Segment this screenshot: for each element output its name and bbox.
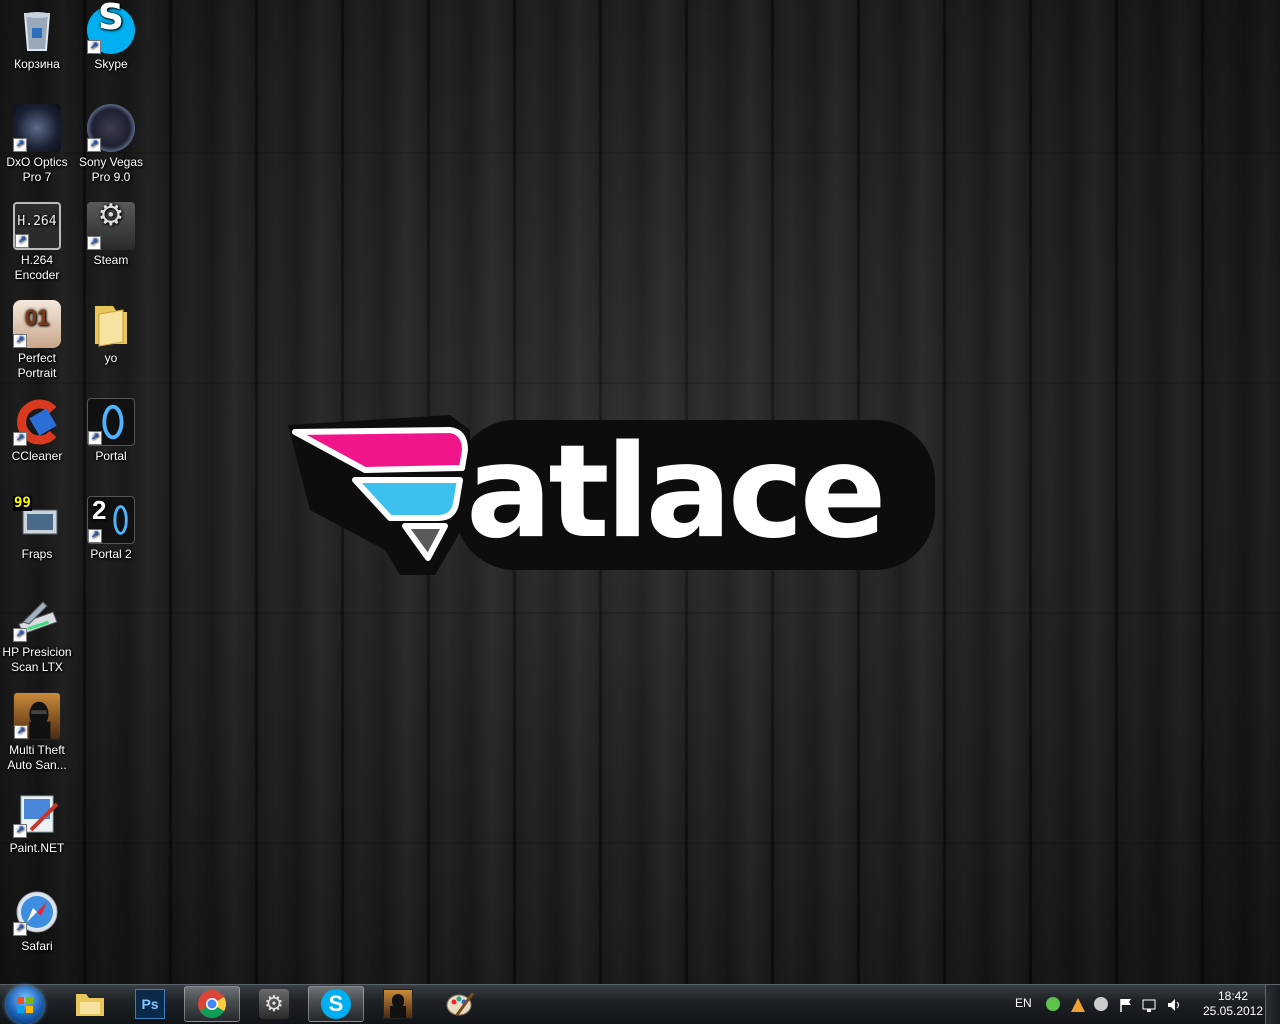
clock-time: 18:42 xyxy=(1217,989,1249,1003)
icon-label: Safari xyxy=(21,939,53,953)
taskbar-chrome[interactable] xyxy=(184,986,240,1022)
desktop-icon-portal-2[interactable]: 2 Portal 2 xyxy=(74,496,148,562)
icon-label: Perfect Portrait xyxy=(17,351,57,380)
safari-icon xyxy=(13,888,61,936)
desktop-icon-steam[interactable]: ⚙ Steam xyxy=(74,201,148,268)
logo-text: atlace xyxy=(466,418,883,567)
dxo-optics-icon xyxy=(13,104,61,152)
shortcut-arrow-icon xyxy=(88,431,102,445)
desktop-icon-portal[interactable]: Portal xyxy=(74,398,148,464)
taskbar-mta[interactable] xyxy=(370,986,426,1022)
icon-label: H.264 Encoder xyxy=(14,253,60,282)
folder-icon xyxy=(76,994,104,1016)
network-icon[interactable] xyxy=(1142,997,1158,1013)
desktop-icon-mta[interactable]: Multi Theft Auto San... xyxy=(0,692,74,773)
clock-date: 25.05.2012 xyxy=(1202,1004,1264,1018)
action-center-flag-icon[interactable] xyxy=(1118,997,1134,1013)
icon-label: Skype xyxy=(94,57,128,71)
taskbar-explorer[interactable] xyxy=(62,986,118,1022)
recycle-bin-icon xyxy=(13,6,61,54)
icon-label: Sony Vegas Pro 9.0 xyxy=(78,155,144,184)
paint-net-icon xyxy=(13,790,61,838)
clock[interactable]: 18:42 25.05.2012 xyxy=(1200,989,1266,1019)
icon-label: HP Presicion Scan LTX xyxy=(2,645,72,674)
desktop-icon-skype[interactable]: S Skype xyxy=(74,0,148,72)
h264-encoder-icon: H.264 xyxy=(13,202,61,250)
mta-icon xyxy=(383,989,413,1019)
desktop-icon-h264-encoder[interactable]: H.264 H.264 Encoder xyxy=(0,202,74,283)
desktop-icon-sony-vegas[interactable]: Sony Vegas Pro 9.0 xyxy=(74,104,148,185)
skype-icon: S xyxy=(321,989,351,1019)
steam-icon: ⚙ xyxy=(87,201,135,250)
desktop-icon-paint-net[interactable]: Paint.NET xyxy=(0,790,74,856)
icon-label: DxO Optics Pro 7 xyxy=(6,155,68,184)
folder-icon xyxy=(87,300,135,348)
taskbar-skype[interactable]: S xyxy=(308,986,364,1022)
icon-label: CCleaner xyxy=(11,449,63,463)
mta-icon xyxy=(13,692,61,740)
desktop-icon-hp-scan[interactable]: HP Presicion Scan LTX xyxy=(0,594,74,675)
desktop-icon-recycle-bin[interactable]: Корзина xyxy=(0,6,74,72)
shortcut-arrow-icon xyxy=(87,138,101,152)
steam-tray-icon[interactable] xyxy=(1094,997,1110,1013)
icon-label: Корзина xyxy=(14,57,60,71)
taskbar-paint-net[interactable] xyxy=(432,986,488,1022)
desktop-icon-ccleaner[interactable]: CCleaner xyxy=(0,398,74,464)
volume-icon[interactable] xyxy=(1166,997,1182,1013)
chrome-icon xyxy=(198,990,226,1018)
icon-label: Fraps xyxy=(21,547,53,561)
skype-icon: S xyxy=(87,0,135,54)
shortcut-arrow-icon xyxy=(88,529,102,543)
ccleaner-icon xyxy=(13,398,61,446)
windows-logo-icon xyxy=(17,997,33,1013)
icon-label: yo xyxy=(104,351,118,365)
desktop-icon-dxo-optics[interactable]: DxO Optics Pro 7 xyxy=(0,104,74,185)
fraps-icon: 99 xyxy=(13,496,61,544)
taskbar-steam[interactable]: ⚙ xyxy=(246,986,302,1022)
sony-vegas-icon xyxy=(87,104,135,152)
taskbar-photoshop[interactable]: Ps xyxy=(122,986,178,1022)
shortcut-arrow-icon xyxy=(13,824,27,838)
desktop-icon-safari[interactable]: Safari xyxy=(0,888,74,954)
desktop-icon-fraps[interactable]: 99 Fraps xyxy=(0,496,74,562)
show-desktop-button[interactable] xyxy=(1265,985,1280,1024)
shortcut-arrow-icon xyxy=(15,234,29,248)
atlace-logo: atlace xyxy=(288,415,935,575)
shortcut-arrow-icon xyxy=(14,725,28,739)
security-tray-icon[interactable] xyxy=(1046,997,1062,1013)
steam-icon: ⚙ xyxy=(259,989,289,1019)
scanner-icon xyxy=(13,594,61,642)
shortcut-arrow-icon xyxy=(87,40,101,54)
icon-label: Portal xyxy=(95,449,127,463)
desktop-icon-perfect-portrait[interactable]: 01 Perfect Portrait xyxy=(0,300,74,381)
desktop-icon-yo-folder[interactable]: yo xyxy=(74,300,148,366)
shortcut-arrow-icon xyxy=(87,236,101,250)
icon-label: Steam xyxy=(93,253,129,267)
icon-label: Multi Theft Auto San... xyxy=(7,743,67,772)
taskbar: Ps ⚙ S EN 18:42 25.05.2012 xyxy=(0,984,1280,1024)
shortcut-arrow-icon xyxy=(13,334,27,348)
palette-icon xyxy=(446,992,475,1016)
photoshop-icon: Ps xyxy=(135,989,165,1019)
shortcut-arrow-icon xyxy=(13,922,27,936)
icon-label: Portal 2 xyxy=(90,547,132,561)
portal-2-icon: 2 xyxy=(87,496,135,544)
warning-tray-icon[interactable] xyxy=(1070,997,1086,1013)
portal-icon xyxy=(87,398,135,446)
shortcut-arrow-icon xyxy=(13,628,27,642)
shortcut-arrow-icon xyxy=(13,138,27,152)
perfect-portrait-icon: 01 xyxy=(13,300,61,348)
icon-label: Paint.NET xyxy=(9,841,65,855)
start-button[interactable] xyxy=(6,986,44,1024)
language-indicator[interactable]: EN xyxy=(1015,996,1032,1010)
shortcut-arrow-icon xyxy=(13,432,27,446)
